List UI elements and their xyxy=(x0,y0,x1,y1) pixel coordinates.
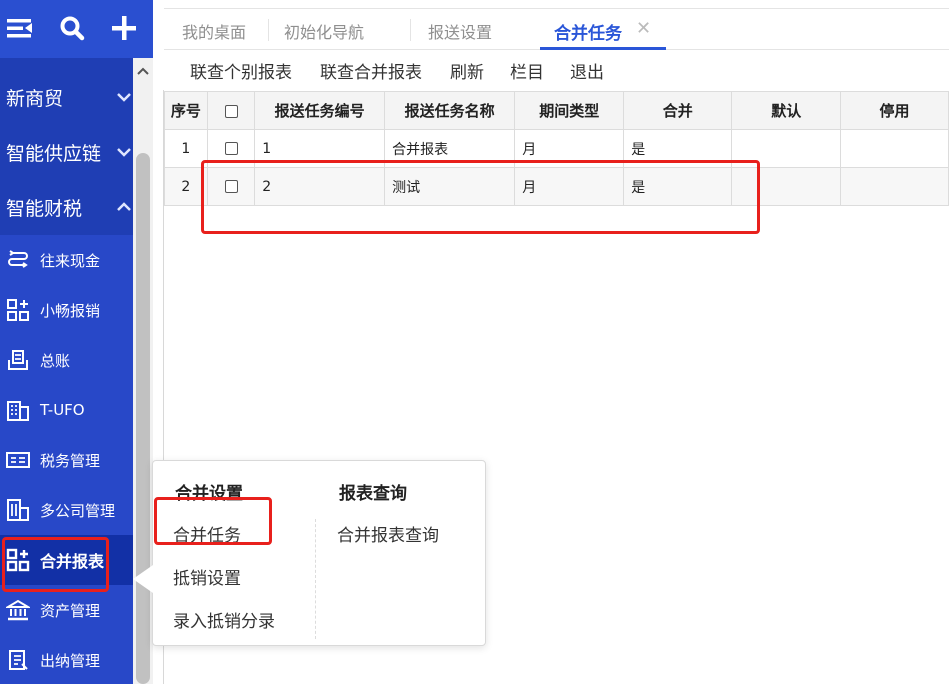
ledger-icon xyxy=(8,350,28,370)
column-header-select-all[interactable] xyxy=(206,91,256,130)
sidebar-item-wanglai-xianjin[interactable]: 往来现金 xyxy=(0,235,133,285)
active-tab-underline xyxy=(540,47,666,50)
exit-button[interactable]: 退出 xyxy=(570,58,604,83)
sidebar-item-zongzhang[interactable]: 总账 xyxy=(0,335,133,385)
sidebar-topbar xyxy=(0,0,153,58)
tab-my-desktop[interactable]: 我的桌面 xyxy=(182,19,246,43)
tab-divider xyxy=(268,19,269,41)
cell-disabled xyxy=(840,167,949,206)
highlight-annotation-sidebar-item xyxy=(2,537,109,592)
column-header-task-name[interactable]: 报送任务名称 xyxy=(384,91,516,130)
flyout-pointer xyxy=(133,565,153,593)
menu-item-consolidated-report-query[interactable]: 合并报表查询 xyxy=(337,521,439,546)
flyout-section-title: 报表查询 xyxy=(339,484,407,504)
chevron-up-icon xyxy=(117,202,131,211)
invoice-icon xyxy=(6,452,30,468)
sidebar-item-label: 多公司管理 xyxy=(40,501,116,520)
sidebar-item-label: 总账 xyxy=(40,351,71,370)
tab-divider xyxy=(410,19,411,41)
add-icon[interactable] xyxy=(104,8,144,48)
columns-button[interactable]: 栏目 xyxy=(510,58,544,83)
sidebar-item-asset-management[interactable]: 资产管理 xyxy=(0,585,133,635)
flyout-divider xyxy=(315,519,316,639)
sidebar-item-label: 小畅报销 xyxy=(40,301,101,320)
tab-consolidation-task[interactable]: 合并任务 xyxy=(554,19,622,44)
highlight-annotation-menu-item xyxy=(154,497,272,545)
sidebar-subpanel: 往来现金 小畅报销 总账 T-UFO 税务管理 多公司管理 合并报表 资产管理 xyxy=(0,235,133,684)
refresh-button[interactable]: 刷新 xyxy=(450,58,484,83)
menu-item-enter-offset-entries[interactable]: 录入抵销分录 xyxy=(173,607,275,632)
company-icon xyxy=(7,499,29,521)
column-header-default[interactable]: 默认 xyxy=(731,91,842,130)
menu-collapse-icon[interactable] xyxy=(0,8,40,48)
search-icon[interactable] xyxy=(52,8,92,48)
sidebar-item-multi-company[interactable]: 多公司管理 xyxy=(0,485,133,535)
chevron-down-icon xyxy=(117,93,131,102)
tab-submit-settings[interactable]: 报送设置 xyxy=(428,19,492,43)
cashier-icon xyxy=(9,650,28,670)
sidebar-group-label: 智能财税 xyxy=(6,198,83,220)
highlight-annotation-row xyxy=(201,160,760,234)
chevron-down-icon xyxy=(117,148,131,157)
building-icon xyxy=(7,401,29,421)
tab-init-navigation[interactable]: 初始化导航 xyxy=(284,19,364,43)
consolidation-flyout-menu: 合并设置 合并任务 抵销设置 录入抵销分录 报表查询 合并报表查询 xyxy=(152,460,486,646)
row-checkbox[interactable] xyxy=(224,142,238,155)
view-individual-report-button[interactable]: 联查个别报表 xyxy=(190,58,292,83)
column-header-merge[interactable]: 合并 xyxy=(623,91,733,130)
bank-icon xyxy=(6,599,30,621)
tab-bar: 我的桌面 初始化导航 报送设置 合并任务 ✕ xyxy=(164,8,949,50)
sidebar-item-label: T-UFO xyxy=(40,401,85,419)
column-header-period-type[interactable]: 期间类型 xyxy=(514,91,625,130)
menu-item-offset-settings[interactable]: 抵销设置 xyxy=(173,564,241,589)
view-consolidated-report-button[interactable]: 联查合并报表 xyxy=(320,58,422,83)
sidebar-group-label: 新商贸 xyxy=(6,88,64,110)
table-header-row: 序号 报送任务编号 报送任务名称 期间类型 合并 默认 停用 xyxy=(164,91,949,130)
sidebar-item-label: 出纳管理 xyxy=(40,651,101,670)
sidebar-item-label: 资产管理 xyxy=(40,601,101,620)
sidebar-item-cashier-management[interactable]: 出纳管理 xyxy=(0,635,133,684)
sidebar-group-xinshangmao[interactable]: 新商贸 xyxy=(0,70,133,125)
apps-icon xyxy=(7,299,29,321)
sidebar-group-supply-chain[interactable]: 智能供应链 xyxy=(0,125,133,180)
exchange-icon xyxy=(8,250,28,268)
scrollbar-thumb[interactable] xyxy=(136,153,150,684)
select-all-checkbox[interactable] xyxy=(224,104,238,118)
column-header-disabled[interactable]: 停用 xyxy=(840,91,949,130)
sidebar-item-xiaochang-baoxiao[interactable]: 小畅报销 xyxy=(0,285,133,335)
close-icon[interactable]: ✕ xyxy=(636,18,651,39)
column-header-task-code[interactable]: 报送任务编号 xyxy=(254,91,386,130)
scroll-up-arrow-icon[interactable] xyxy=(133,58,153,84)
sidebar-item-tax-management[interactable]: 税务管理 xyxy=(0,435,133,485)
sidebar-item-label: 税务管理 xyxy=(40,451,101,470)
sidebar-item-label: 往来现金 xyxy=(40,251,101,270)
cell-disabled xyxy=(840,129,949,168)
sidebar-group-label: 智能供应链 xyxy=(6,143,102,165)
column-header-index[interactable]: 序号 xyxy=(164,91,208,130)
sidebar-group-finance-tax[interactable]: 智能财税 xyxy=(0,180,133,235)
sidebar-item-t-ufo[interactable]: T-UFO xyxy=(0,385,133,435)
